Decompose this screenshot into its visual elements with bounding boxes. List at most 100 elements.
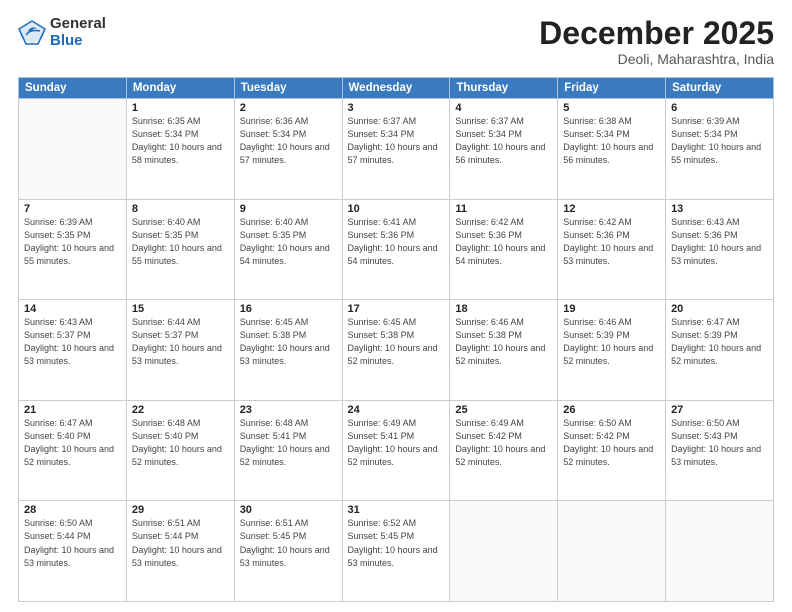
- day-info: Sunrise: 6:46 AM Sunset: 5:38 PM Dayligh…: [455, 316, 552, 368]
- table-row: 1Sunrise: 6:35 AM Sunset: 5:34 PM Daylig…: [126, 99, 234, 200]
- day-number: 26: [563, 404, 660, 416]
- table-row: [558, 501, 666, 602]
- logo-general-text: General: [50, 16, 106, 33]
- day-info: Sunrise: 6:42 AM Sunset: 5:36 PM Dayligh…: [455, 216, 552, 268]
- table-row: 7Sunrise: 6:39 AM Sunset: 5:35 PM Daylig…: [19, 199, 127, 300]
- table-row: 31Sunrise: 6:52 AM Sunset: 5:45 PM Dayli…: [342, 501, 450, 602]
- day-info: Sunrise: 6:39 AM Sunset: 5:35 PM Dayligh…: [24, 216, 121, 268]
- table-row: 25Sunrise: 6:49 AM Sunset: 5:42 PM Dayli…: [450, 400, 558, 501]
- table-row: 5Sunrise: 6:38 AM Sunset: 5:34 PM Daylig…: [558, 99, 666, 200]
- day-info: Sunrise: 6:45 AM Sunset: 5:38 PM Dayligh…: [348, 316, 445, 368]
- table-row: 11Sunrise: 6:42 AM Sunset: 5:36 PM Dayli…: [450, 199, 558, 300]
- day-number: 25: [455, 404, 552, 416]
- table-row: 17Sunrise: 6:45 AM Sunset: 5:38 PM Dayli…: [342, 300, 450, 401]
- calendar-week-row: 1Sunrise: 6:35 AM Sunset: 5:34 PM Daylig…: [19, 99, 774, 200]
- day-info: Sunrise: 6:50 AM Sunset: 5:44 PM Dayligh…: [24, 517, 121, 569]
- day-info: Sunrise: 6:48 AM Sunset: 5:40 PM Dayligh…: [132, 417, 229, 469]
- day-number: 21: [24, 404, 121, 416]
- day-number: 30: [240, 504, 337, 516]
- table-row: 4Sunrise: 6:37 AM Sunset: 5:34 PM Daylig…: [450, 99, 558, 200]
- table-row: 23Sunrise: 6:48 AM Sunset: 5:41 PM Dayli…: [234, 400, 342, 501]
- day-info: Sunrise: 6:41 AM Sunset: 5:36 PM Dayligh…: [348, 216, 445, 268]
- day-number: 12: [563, 203, 660, 215]
- day-info: Sunrise: 6:37 AM Sunset: 5:34 PM Dayligh…: [455, 115, 552, 167]
- col-friday: Friday: [558, 78, 666, 99]
- day-number: 4: [455, 102, 552, 114]
- day-number: 13: [671, 203, 768, 215]
- table-row: 20Sunrise: 6:47 AM Sunset: 5:39 PM Dayli…: [666, 300, 774, 401]
- day-number: 15: [132, 303, 229, 315]
- table-row: [666, 501, 774, 602]
- day-number: 3: [348, 102, 445, 114]
- day-number: 5: [563, 102, 660, 114]
- logo-text: General Blue: [50, 16, 106, 49]
- day-info: Sunrise: 6:38 AM Sunset: 5:34 PM Dayligh…: [563, 115, 660, 167]
- table-row: 9Sunrise: 6:40 AM Sunset: 5:35 PM Daylig…: [234, 199, 342, 300]
- table-row: 3Sunrise: 6:37 AM Sunset: 5:34 PM Daylig…: [342, 99, 450, 200]
- table-row: 14Sunrise: 6:43 AM Sunset: 5:37 PM Dayli…: [19, 300, 127, 401]
- day-number: 2: [240, 102, 337, 114]
- day-info: Sunrise: 6:49 AM Sunset: 5:42 PM Dayligh…: [455, 417, 552, 469]
- day-info: Sunrise: 6:35 AM Sunset: 5:34 PM Dayligh…: [132, 115, 229, 167]
- table-row: 16Sunrise: 6:45 AM Sunset: 5:38 PM Dayli…: [234, 300, 342, 401]
- day-number: 18: [455, 303, 552, 315]
- day-info: Sunrise: 6:39 AM Sunset: 5:34 PM Dayligh…: [671, 115, 768, 167]
- day-number: 22: [132, 404, 229, 416]
- day-number: 29: [132, 504, 229, 516]
- col-monday: Monday: [126, 78, 234, 99]
- day-info: Sunrise: 6:46 AM Sunset: 5:39 PM Dayligh…: [563, 316, 660, 368]
- day-number: 31: [348, 504, 445, 516]
- day-info: Sunrise: 6:45 AM Sunset: 5:38 PM Dayligh…: [240, 316, 337, 368]
- table-row: 27Sunrise: 6:50 AM Sunset: 5:43 PM Dayli…: [666, 400, 774, 501]
- day-number: 6: [671, 102, 768, 114]
- logo-blue-text: Blue: [50, 33, 106, 50]
- day-info: Sunrise: 6:43 AM Sunset: 5:36 PM Dayligh…: [671, 216, 768, 268]
- day-info: Sunrise: 6:47 AM Sunset: 5:39 PM Dayligh…: [671, 316, 768, 368]
- day-info: Sunrise: 6:51 AM Sunset: 5:45 PM Dayligh…: [240, 517, 337, 569]
- logo-icon: [18, 19, 46, 47]
- table-row: 24Sunrise: 6:49 AM Sunset: 5:41 PM Dayli…: [342, 400, 450, 501]
- day-info: Sunrise: 6:50 AM Sunset: 5:43 PM Dayligh…: [671, 417, 768, 469]
- day-info: Sunrise: 6:37 AM Sunset: 5:34 PM Dayligh…: [348, 115, 445, 167]
- day-number: 10: [348, 203, 445, 215]
- day-number: 19: [563, 303, 660, 315]
- day-number: 9: [240, 203, 337, 215]
- table-row: 12Sunrise: 6:42 AM Sunset: 5:36 PM Dayli…: [558, 199, 666, 300]
- day-number: 1: [132, 102, 229, 114]
- table-row: 21Sunrise: 6:47 AM Sunset: 5:40 PM Dayli…: [19, 400, 127, 501]
- table-row: 30Sunrise: 6:51 AM Sunset: 5:45 PM Dayli…: [234, 501, 342, 602]
- day-number: 27: [671, 404, 768, 416]
- title-block: December 2025 Deoli, Maharashtra, India: [539, 16, 774, 67]
- table-row: [450, 501, 558, 602]
- day-info: Sunrise: 6:36 AM Sunset: 5:34 PM Dayligh…: [240, 115, 337, 167]
- col-thursday: Thursday: [450, 78, 558, 99]
- day-info: Sunrise: 6:51 AM Sunset: 5:44 PM Dayligh…: [132, 517, 229, 569]
- logo: General Blue: [18, 16, 106, 49]
- table-row: 28Sunrise: 6:50 AM Sunset: 5:44 PM Dayli…: [19, 501, 127, 602]
- table-row: 6Sunrise: 6:39 AM Sunset: 5:34 PM Daylig…: [666, 99, 774, 200]
- location: Deoli, Maharashtra, India: [539, 51, 774, 67]
- month-title: December 2025: [539, 16, 774, 51]
- day-number: 16: [240, 303, 337, 315]
- calendar-table: Sunday Monday Tuesday Wednesday Thursday…: [18, 77, 774, 602]
- calendar-week-row: 21Sunrise: 6:47 AM Sunset: 5:40 PM Dayli…: [19, 400, 774, 501]
- table-row: 2Sunrise: 6:36 AM Sunset: 5:34 PM Daylig…: [234, 99, 342, 200]
- table-row: 8Sunrise: 6:40 AM Sunset: 5:35 PM Daylig…: [126, 199, 234, 300]
- table-row: 22Sunrise: 6:48 AM Sunset: 5:40 PM Dayli…: [126, 400, 234, 501]
- col-sunday: Sunday: [19, 78, 127, 99]
- day-number: 14: [24, 303, 121, 315]
- day-info: Sunrise: 6:40 AM Sunset: 5:35 PM Dayligh…: [240, 216, 337, 268]
- day-info: Sunrise: 6:50 AM Sunset: 5:42 PM Dayligh…: [563, 417, 660, 469]
- day-number: 20: [671, 303, 768, 315]
- col-tuesday: Tuesday: [234, 78, 342, 99]
- table-row: 13Sunrise: 6:43 AM Sunset: 5:36 PM Dayli…: [666, 199, 774, 300]
- calendar-week-row: 28Sunrise: 6:50 AM Sunset: 5:44 PM Dayli…: [19, 501, 774, 602]
- day-info: Sunrise: 6:48 AM Sunset: 5:41 PM Dayligh…: [240, 417, 337, 469]
- day-info: Sunrise: 6:49 AM Sunset: 5:41 PM Dayligh…: [348, 417, 445, 469]
- day-info: Sunrise: 6:47 AM Sunset: 5:40 PM Dayligh…: [24, 417, 121, 469]
- day-number: 11: [455, 203, 552, 215]
- table-row: 18Sunrise: 6:46 AM Sunset: 5:38 PM Dayli…: [450, 300, 558, 401]
- table-row: [19, 99, 127, 200]
- day-info: Sunrise: 6:40 AM Sunset: 5:35 PM Dayligh…: [132, 216, 229, 268]
- calendar-week-row: 7Sunrise: 6:39 AM Sunset: 5:35 PM Daylig…: [19, 199, 774, 300]
